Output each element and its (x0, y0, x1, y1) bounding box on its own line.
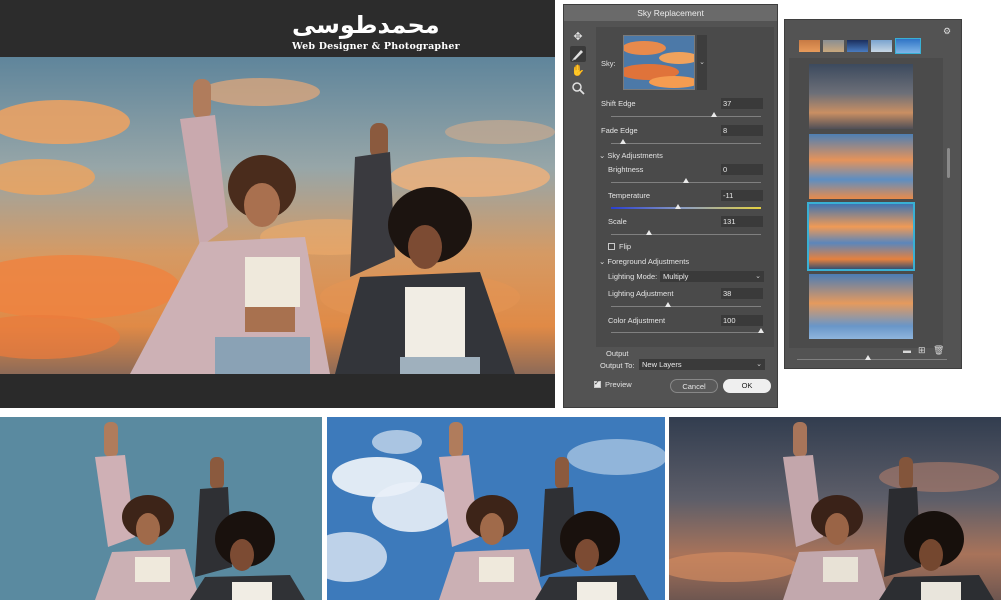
color-adjustment-label: Color Adjustment (608, 316, 666, 325)
flip-label: Flip (619, 242, 632, 251)
shift-edge-slider[interactable] (710, 112, 717, 117)
output-to-select[interactable]: New Layers ⌄ (639, 359, 765, 370)
move-sky-icon[interactable]: ✥ (570, 29, 586, 45)
shift-edge-value[interactable]: 37 (721, 98, 763, 109)
shift-edge-label: Shift Edge (601, 99, 636, 108)
sky-label: Sky: (601, 59, 616, 68)
sky-dropdown-arrow[interactable]: ⌄ (697, 35, 707, 90)
thumbnail-size-track (797, 359, 947, 360)
lighting-adjustment-track (611, 306, 761, 307)
scale-value[interactable]: 131 (721, 216, 763, 227)
color-adjustment-slider[interactable] (758, 328, 764, 333)
lighting-adjustment-slider[interactable] (665, 302, 671, 307)
chevron-down-icon: ⌄ (756, 361, 762, 368)
new-preset-icon[interactable]: ⊞ (918, 345, 926, 356)
temperature-track (611, 207, 761, 209)
lighting-adjustment-label: Lighting Adjustment (608, 289, 674, 298)
preset-group-thumb[interactable] (799, 40, 820, 52)
canvas-header-band: محمدطوسی Web Designer & Photographer (0, 0, 555, 57)
logo-script: محمدطوسی (292, 11, 440, 39)
flip-checkbox[interactable] (608, 243, 615, 250)
preview-label: Preview (605, 380, 632, 389)
temperature-slider[interactable] (674, 204, 681, 209)
dialog-toolbar: ✥ ✋ (570, 29, 588, 97)
result-photo-teal-sky (0, 417, 322, 600)
lighting-mode-label: Lighting Mode: (608, 272, 658, 281)
zoom-icon[interactable] (570, 80, 586, 96)
foreground-adjustments-label: Foreground Adjustments (607, 257, 690, 266)
brightness-slider[interactable] (683, 178, 689, 183)
settings-panel: Sky: ⌄ Shift Edge 37 Fade Edge 8 ⌄ Sky A… (596, 27, 774, 347)
lighting-mode-value: Multiply (663, 272, 689, 281)
hand-icon[interactable]: ✋ (570, 63, 586, 79)
brightness-label: Brightness (608, 165, 644, 174)
preset-group-thumb[interactable] (871, 40, 892, 52)
ok-button[interactable]: OK (723, 379, 771, 393)
chevron-down-icon: ⌄ (755, 273, 761, 280)
thumbnail-size-slider[interactable] (865, 355, 871, 360)
output-to-value: New Layers (642, 360, 682, 369)
folder-icon[interactable]: ▬ (903, 346, 911, 355)
preview-checkbox[interactable] (594, 379, 601, 388)
foreground-adjustments-header[interactable]: ⌄ Foreground Adjustments (599, 257, 689, 266)
sky-preview-thumbnail[interactable] (623, 35, 695, 90)
sky-preset-thumb[interactable] (809, 274, 913, 339)
gear-icon[interactable]: ⚙ (943, 26, 951, 37)
lighting-adjustment-value[interactable]: 38 (721, 288, 763, 299)
main-photo (0, 57, 555, 374)
sky-presets-panel: ⚙ ▬ ⊞ 🗑 (784, 19, 962, 369)
sky-preset-thumb-selected[interactable] (807, 202, 915, 271)
sky-replacement-dialog: Sky Replacement ✥ ✋ Sky: ⌄ Shift Edge 37 (563, 4, 778, 408)
dialog-title: Sky Replacement (564, 5, 777, 21)
scale-slider[interactable] (645, 230, 652, 235)
sky-brush-icon[interactable] (570, 46, 586, 62)
shift-edge-track (611, 116, 761, 117)
preset-scrollbar[interactable] (947, 148, 950, 178)
lighting-mode-select[interactable]: Multiply ⌄ (660, 271, 764, 282)
preset-list (789, 58, 943, 348)
temperature-value[interactable]: -11 (721, 190, 763, 201)
sky-adjustments-label: Sky Adjustments (607, 151, 663, 160)
trash-icon[interactable]: 🗑 (933, 345, 944, 356)
fade-edge-value[interactable]: 8 (721, 125, 763, 136)
logo-subtitle: Web Designer & Photographer (292, 41, 460, 52)
preset-group-thumb-selected[interactable] (895, 38, 921, 54)
sky-preset-thumb[interactable] (809, 134, 913, 199)
brightness-value[interactable]: 0 (721, 164, 763, 175)
output-to-label: Output To: (600, 361, 635, 370)
result-photo-blue-sky (327, 417, 665, 600)
result-photo-dusk-sky (669, 417, 1001, 600)
scale-label: Scale (608, 217, 627, 226)
fade-edge-label: Fade Edge (601, 126, 638, 135)
temperature-label: Temperature (608, 191, 651, 200)
logo: محمدطوسی Web Designer & Photographer (292, 11, 460, 52)
output-header: Output (606, 349, 629, 358)
main-canvas[interactable]: محمدطوسی Web Designer & Photographer (0, 0, 555, 408)
sky-preset-thumb[interactable] (809, 64, 913, 129)
color-adjustment-value[interactable]: 100 (721, 315, 763, 326)
fade-edge-track (611, 143, 761, 144)
preset-group-thumb[interactable] (823, 40, 844, 52)
fade-edge-slider[interactable] (620, 139, 626, 144)
preset-group-thumb[interactable] (847, 40, 868, 52)
canvas-bottom-band (0, 374, 555, 408)
cancel-button[interactable]: Cancel (670, 379, 718, 393)
color-adjustment-track (611, 332, 761, 333)
sky-adjustments-header[interactable]: ⌄ Sky Adjustments (599, 151, 663, 160)
scale-track (611, 234, 761, 235)
